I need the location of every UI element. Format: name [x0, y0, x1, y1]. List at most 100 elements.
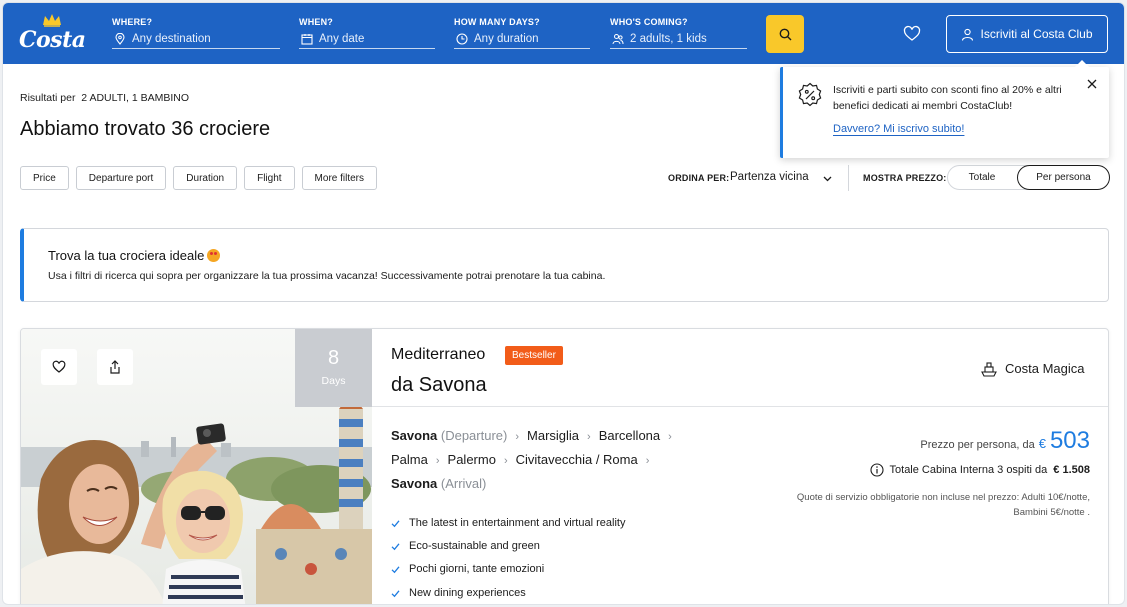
check-icon: [391, 519, 400, 527]
popup-arrow: [1075, 60, 1089, 67]
price-per-person: Prezzo per persona, da € 503: [920, 427, 1090, 455]
itinerary-stop: Barcellona: [598, 428, 661, 443]
header-bar: Costa WHERE? Any destination WHEN? Any d…: [3, 3, 1124, 64]
user-icon: [962, 28, 974, 41]
heart-outline-icon: [52, 360, 66, 373]
favorite-button[interactable]: [41, 349, 77, 385]
clock-icon: [456, 33, 468, 45]
more-filters-button[interactable]: More filters: [301, 166, 377, 190]
service-fee-note: Quote di servizio obbligatorie non inclu…: [796, 492, 1090, 518]
date-field[interactable]: WHEN? Any date: [299, 17, 435, 49]
filter-duration-button[interactable]: Duration: [173, 166, 238, 190]
costa-logo[interactable]: Costa: [19, 13, 86, 57]
info-icon[interactable]: [869, 463, 884, 477]
filter-departure-port-button[interactable]: Departure port: [75, 166, 167, 190]
destination-label: WHERE?: [112, 17, 153, 27]
info-banner: Trova la tua crociera ideale Usa i filtr…: [20, 228, 1109, 302]
popup-message: Iscriviti e parti subito con sconti fino…: [833, 84, 1062, 112]
share-button[interactable]: [97, 349, 133, 385]
total-value: € 1.508: [1053, 464, 1090, 476]
results-for: Risultati per 2 ADULTI, 1 BAMBINO: [20, 92, 189, 104]
days-number: 8: [327, 347, 340, 369]
feature-text: New dining experiences: [409, 587, 526, 599]
check-icon: [391, 565, 400, 573]
chevron-right-icon: ›: [435, 455, 440, 467]
duration-badge: 8 Days: [295, 329, 372, 407]
browser-page: Costa WHERE? Any destination WHEN? Any d…: [2, 2, 1125, 605]
chevron-right-icon: ›: [515, 431, 520, 443]
feature-item: Eco-sustainable and green: [391, 540, 540, 552]
arrival-tag: (Arrival): [440, 476, 487, 491]
divider: [848, 165, 849, 191]
feature-text: The latest in entertainment and virtual …: [409, 517, 626, 529]
heart-eyes-emoji-icon: [207, 249, 221, 262]
banner-text: Usa i filtri di ricerca qui sopra per or…: [48, 270, 606, 282]
chevron-right-icon: ›: [645, 455, 650, 467]
price-toggle-total[interactable]: Totale: [948, 166, 1016, 189]
sort-select[interactable]: Partenza vicina: [730, 171, 809, 183]
date-value: Any date: [319, 33, 365, 45]
feature-text: Eco-sustainable and green: [409, 540, 540, 552]
chevron-right-icon: ›: [587, 431, 591, 443]
chevron-right-icon: ›: [668, 431, 672, 443]
duration-field[interactable]: HOW MANY DAYS? Any duration: [454, 17, 590, 49]
price-toggle-per-person[interactable]: Per persona: [1017, 165, 1110, 190]
share-icon: [110, 360, 120, 374]
price-amount: 503: [1049, 427, 1090, 454]
page-title: Abbiamo trovato 36 crociere: [20, 118, 271, 140]
guests-field[interactable]: WHO'S COMING? 2 adults, 1 kids: [610, 17, 747, 49]
price-display-toggle: Totale Per persona: [947, 165, 1110, 190]
itinerary-stop: Marsiglia: [527, 428, 580, 443]
feature-item: New dining experiences: [391, 587, 526, 599]
banner-title: Trova la tua crociera ideale: [48, 248, 205, 263]
departure-tag: (Departure): [440, 428, 508, 443]
search-button[interactable]: [766, 15, 804, 53]
discount-badge-icon: [798, 82, 822, 107]
destination-value: Any destination: [132, 33, 211, 45]
banner-title-row: Trova la tua crociera ideale: [48, 248, 221, 263]
itinerary-stop: Palma: [391, 452, 428, 467]
itinerary-line-1: Savona (Departure) › Marsiglia › Barcellona ›: [391, 428, 680, 443]
departure-port: Savona: [391, 428, 438, 443]
results-party: 2 ADULTI, 1 BAMBINO: [81, 92, 190, 104]
days-label: Days: [321, 375, 346, 387]
itinerary-line-3: Savona (Arrival): [391, 476, 486, 491]
results-label: Risultati per: [20, 92, 76, 104]
chevron-down-icon[interactable]: [822, 173, 833, 184]
itinerary-line-2: Palma › Palermo › Civitavecchia / Roma ›: [391, 452, 657, 467]
club-button-label: Iscriviti al Costa Club: [980, 27, 1093, 41]
costa-club-popup: Iscriviti e parti subito con sconti fino…: [780, 60, 1109, 158]
search-icon: [779, 28, 791, 40]
duration-label: HOW MANY DAYS?: [454, 17, 540, 27]
itinerary-stop: Civitavecchia / Roma: [515, 452, 638, 467]
heart-icon[interactable]: [903, 25, 921, 43]
destination-field[interactable]: WHERE? Any destination: [112, 17, 280, 49]
feature-item: The latest in entertainment and virtual …: [391, 517, 625, 529]
duration-value: Any duration: [474, 33, 539, 45]
filter-bar: Price Departure port Duration Flight Mor…: [20, 166, 377, 190]
people-icon: [612, 34, 624, 45]
arrival-port: Savona: [391, 476, 438, 491]
cruise-card[interactable]: 8 Days Mediterraneo Bestseller da Savona…: [20, 328, 1109, 604]
feature-text: Pochi giorni, tante emozioni: [409, 563, 545, 575]
calendar-icon: [301, 34, 313, 45]
sort-label: ORDINA PER:: [668, 173, 730, 183]
check-icon: [391, 542, 400, 550]
card-divider: [372, 406, 1108, 407]
pin-icon: [115, 33, 125, 45]
guests-label: WHO'S COMING?: [610, 17, 688, 27]
chevron-right-icon: ›: [503, 455, 508, 467]
filter-flight-button[interactable]: Flight: [244, 166, 295, 190]
popup-signup-link[interactable]: Davvero? Mi iscrivo subito!: [833, 123, 964, 135]
cruise-destination: Mediterraneo: [391, 346, 486, 363]
cabin-total: Totale Cabina Interna 3 ospiti da € 1.50…: [869, 463, 1090, 477]
check-icon: [391, 589, 400, 597]
cruise-photo: 8 Days: [21, 329, 372, 604]
costa-club-signup-button[interactable]: Iscriviti al Costa Club: [946, 15, 1108, 53]
ship-name: Costa Magica: [1005, 361, 1085, 376]
logo-wordmark: Costa: [19, 27, 86, 53]
crown-icon: [43, 14, 61, 27]
filter-price-button[interactable]: Price: [20, 166, 69, 190]
close-icon[interactable]: [1087, 79, 1097, 89]
guests-value: 2 adults, 1 kids: [630, 33, 707, 45]
